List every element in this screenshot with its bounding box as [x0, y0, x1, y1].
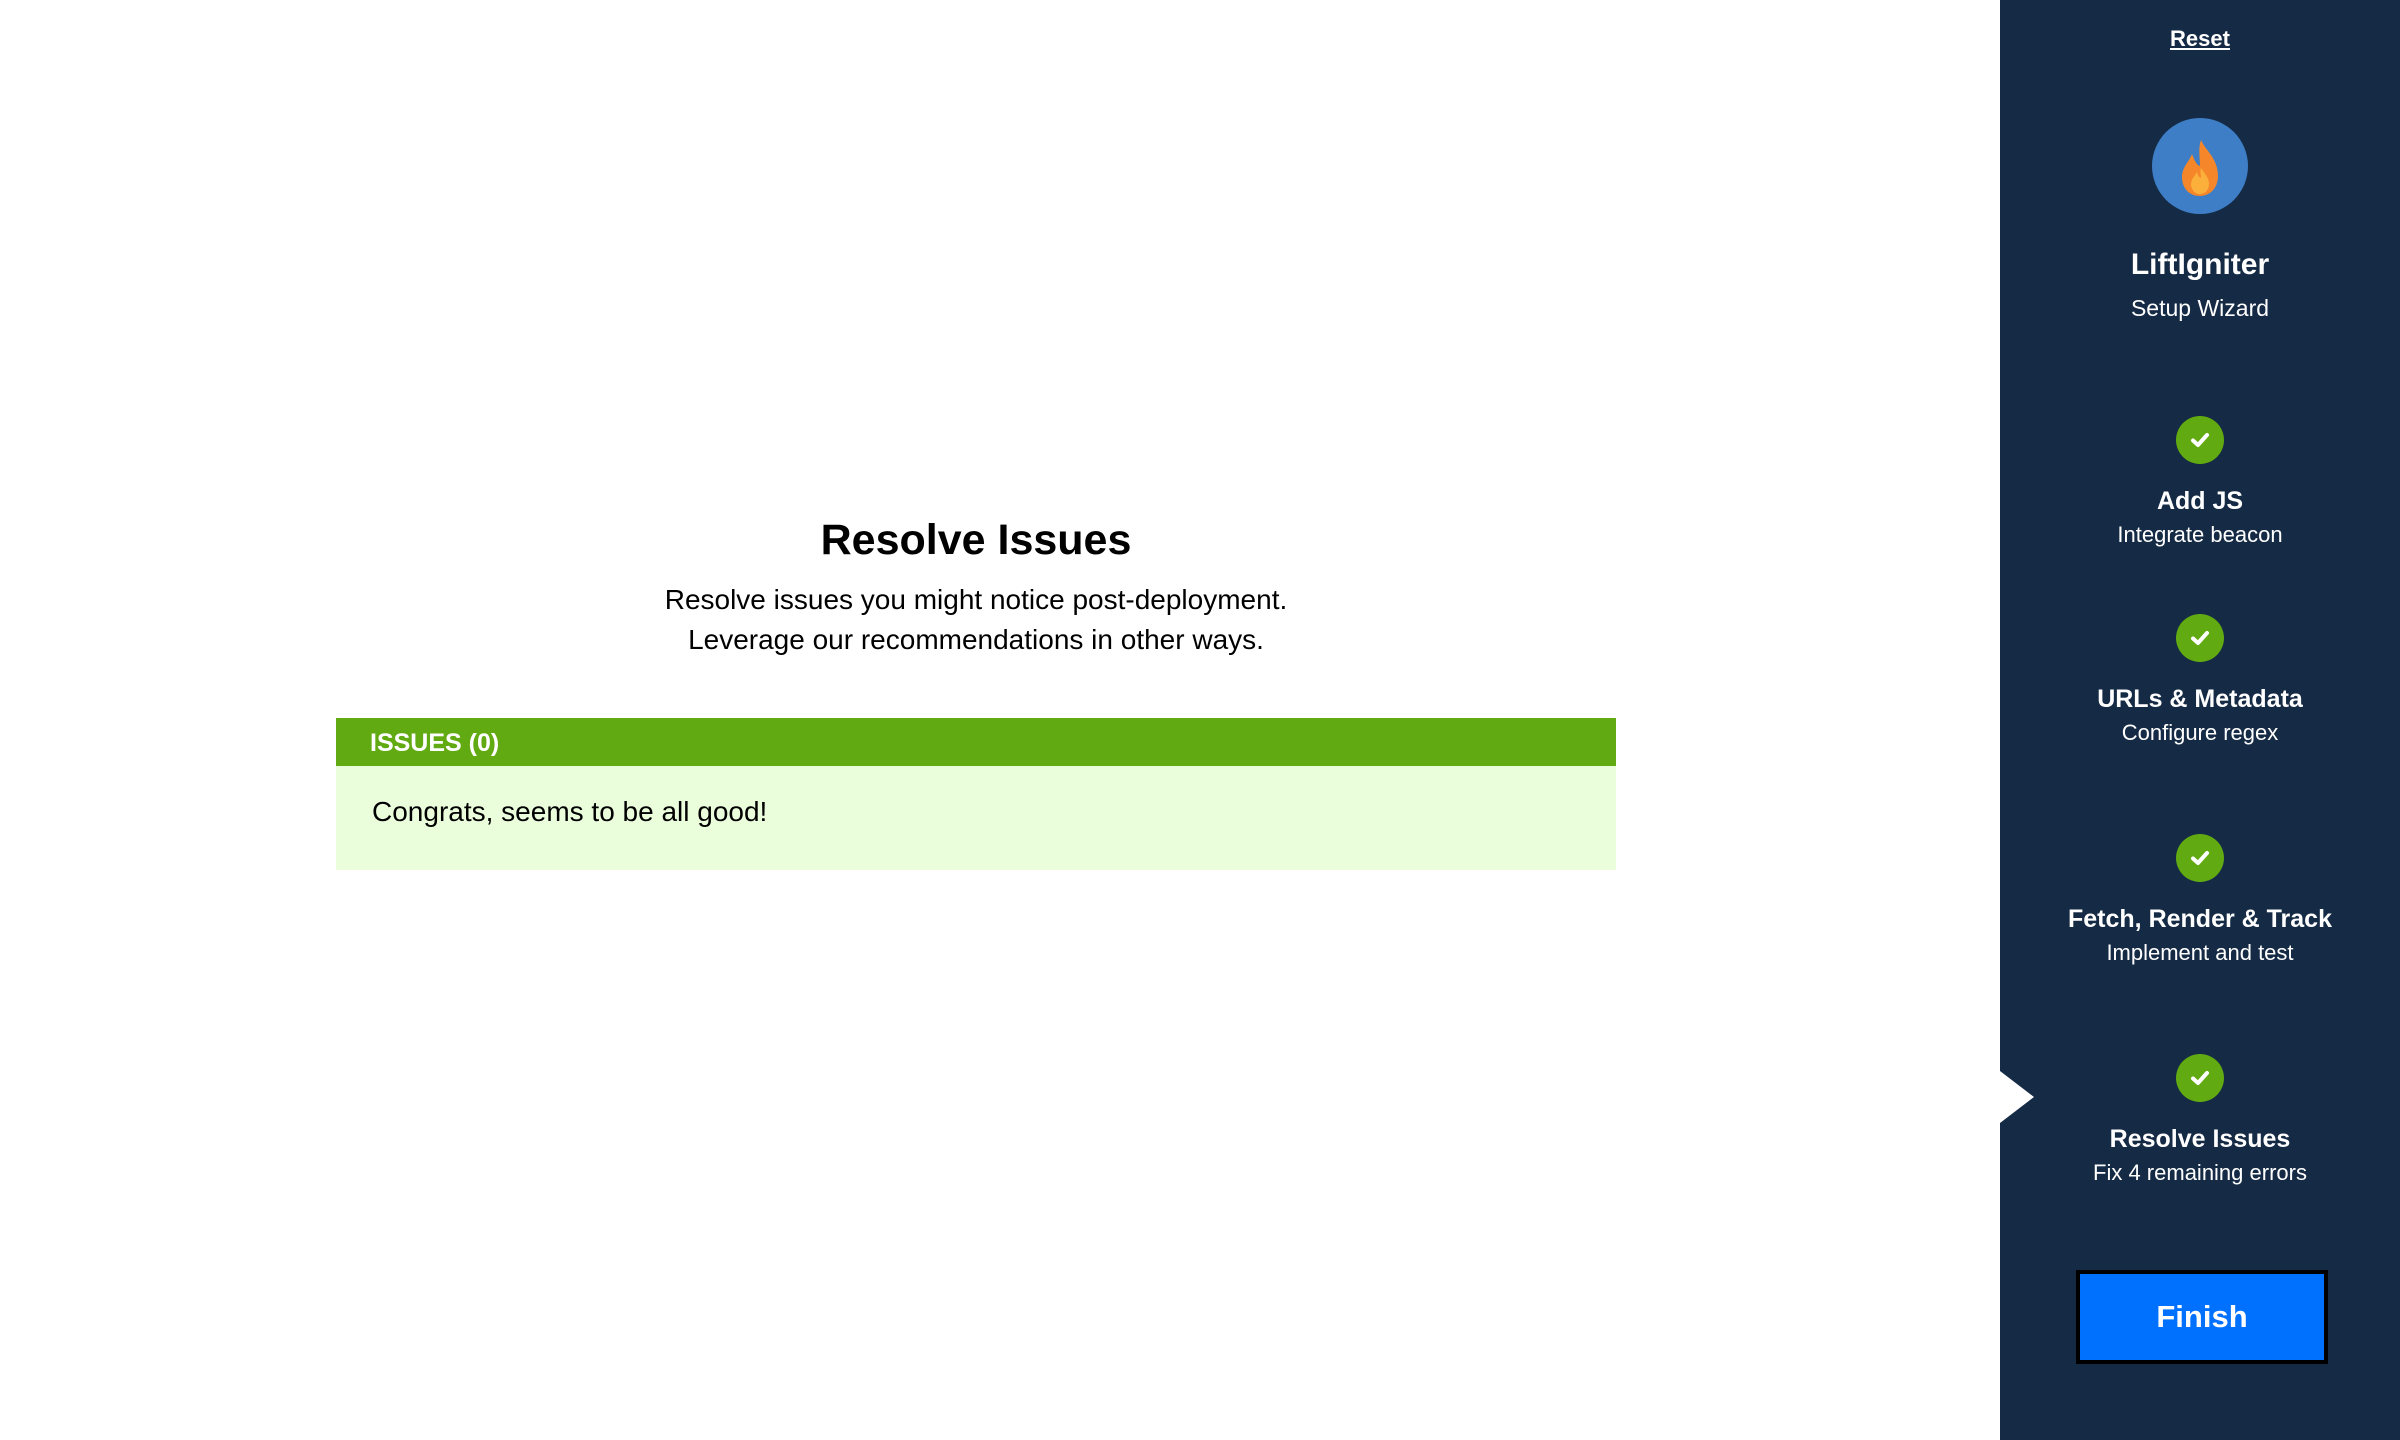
subtitle-line: Leverage our recommendations in other wa… — [688, 624, 1264, 655]
issues-header: ISSUES (0) — [336, 718, 1616, 766]
issues-panel: ISSUES (0) Congrats, seems to be all goo… — [336, 718, 1616, 870]
step-subtitle: Implement and test — [2106, 940, 2294, 965]
brand-tagline: Setup Wizard — [2130, 295, 2270, 321]
page-title: Resolve Issues — [820, 516, 1132, 564]
issues-message: Congrats, seems to be all good! — [336, 766, 1616, 870]
finish-button[interactable]: Finish — [2076, 1270, 2328, 1364]
brand-name: LiftIgniter — [2130, 248, 2270, 281]
step-fetch-render-track[interactable]: Fetch, Render & Track Implement and test — [2000, 834, 2400, 970]
flame-icon — [2152, 118, 2248, 214]
checkmark-icon — [2176, 1054, 2224, 1102]
step-subtitle: Configure regex — [2121, 720, 2279, 745]
subtitle-line: Resolve issues you might notice post-dep… — [664, 584, 1288, 615]
step-subtitle: Fix 4 remaining errors — [2093, 1160, 2307, 1185]
step-title: Resolve Issues — [2109, 1125, 2291, 1153]
checkmark-icon — [2176, 416, 2224, 464]
step-title: Fetch, Render & Track — [2068, 905, 2332, 933]
step-subtitle: Integrate beacon — [2117, 522, 2283, 547]
step-add-js[interactable]: Add JS Integrate beacon — [2000, 416, 2400, 552]
checkmark-icon — [2176, 834, 2224, 882]
step-urls-metadata[interactable]: URLs & Metadata Configure regex — [2000, 614, 2400, 750]
step-resolve-issues[interactable]: Resolve Issues Fix 4 remaining errors — [2000, 1054, 2400, 1190]
page-subtitle: Resolve issues you might notice post-dep… — [0, 580, 1952, 660]
main-panel: Resolve Issues Resolve issues you might … — [0, 0, 2000, 1440]
checkmark-icon — [2176, 614, 2224, 662]
reset-link[interactable]: Reset — [2000, 26, 2400, 52]
wizard-sidebar: Reset LiftIgniter Setup Wizard Add JS In… — [2000, 0, 2400, 1440]
step-title: URLs & Metadata — [2097, 685, 2303, 713]
step-title: Add JS — [2156, 487, 2244, 515]
setup-wizard-page: Resolve Issues Resolve issues you might … — [0, 0, 2400, 1440]
